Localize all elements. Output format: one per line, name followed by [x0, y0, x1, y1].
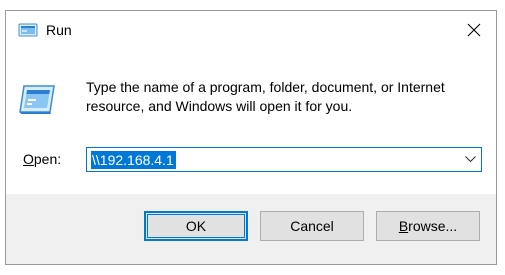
button-bar: OK Cancel Browse... [6, 194, 496, 264]
browse-access-key: B [398, 218, 409, 234]
instruction-text: Type the name of a program, folder, docu… [86, 78, 476, 116]
open-input-selected-text[interactable]: \\192.168.4.1 [91, 151, 176, 169]
instruction-line-1: Type the name of a program, folder, docu… [86, 79, 445, 95]
close-icon [467, 23, 481, 37]
open-label-text: pen: [33, 151, 62, 167]
browse-button-label: rowse... [408, 218, 458, 234]
open-label-access-key: O [23, 151, 34, 167]
window-title: Run [46, 22, 72, 38]
cancel-button-label: Cancel [290, 218, 334, 234]
open-label: Open: [23, 151, 61, 167]
run-dialog: Run Type the name of a program, folder, … [5, 10, 497, 265]
run-icon [18, 22, 38, 38]
ok-button[interactable]: OK [144, 211, 248, 241]
open-combobox[interactable]: \\192.168.4.1 [86, 147, 482, 172]
dropdown-button[interactable] [459, 148, 481, 171]
cancel-button[interactable]: Cancel [260, 211, 364, 241]
close-button[interactable] [452, 11, 496, 49]
browse-button[interactable]: Browse... [376, 211, 480, 241]
instruction-line-2: resource, and Windows will open it for y… [86, 98, 353, 114]
chevron-down-icon [464, 156, 476, 163]
title-bar[interactable]: Run [6, 11, 496, 49]
dialog-body: Type the name of a program, folder, docu… [6, 49, 496, 194]
run-app-icon [18, 82, 58, 116]
ok-button-label: OK [185, 218, 207, 234]
